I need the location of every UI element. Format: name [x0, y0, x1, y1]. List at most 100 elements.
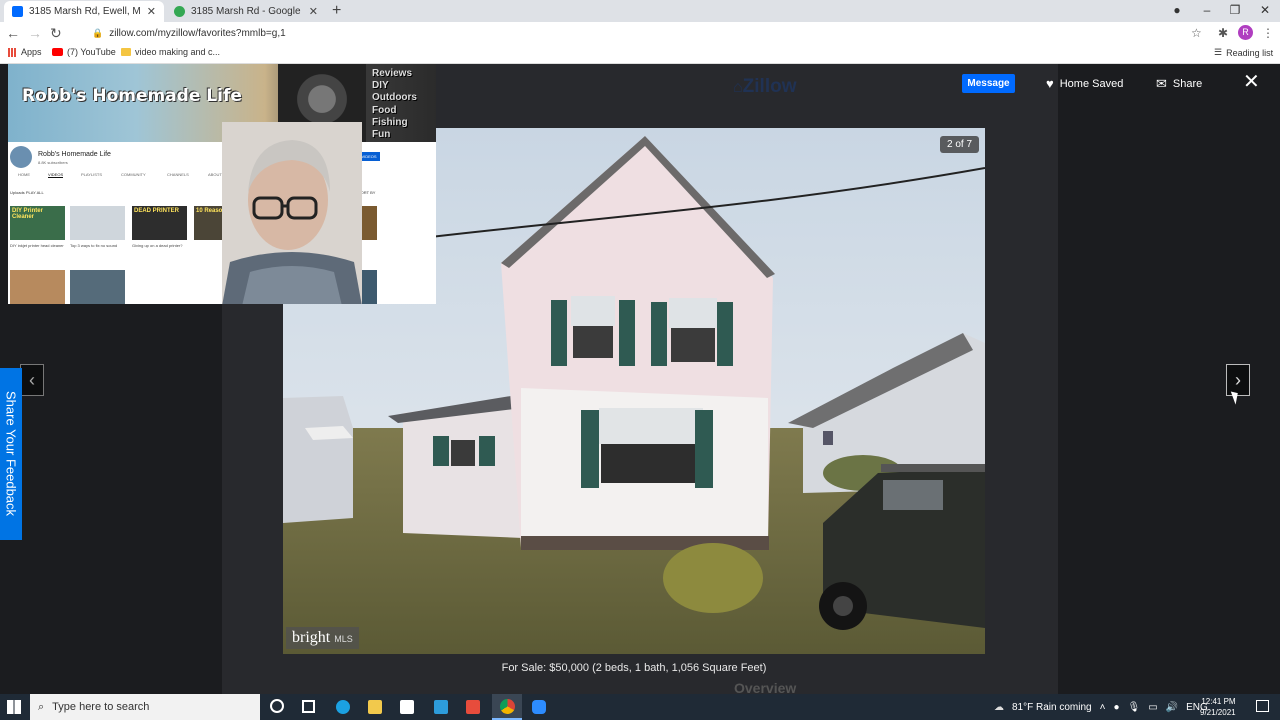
- zillow-logo: ⌂Zillow: [733, 76, 797, 98]
- video-thumbnail[interactable]: [70, 270, 125, 304]
- chrome-taskbar-button[interactable]: [492, 694, 522, 720]
- close-lightbox-icon[interactable]: ✕: [1243, 72, 1260, 92]
- search-placeholder: Type here to search: [52, 701, 150, 713]
- close-window-button[interactable]: ✕: [1252, 2, 1278, 18]
- tab-title: 3185 Marsh Rd, Ewell, MD 2182...: [29, 6, 141, 17]
- notifications-icon[interactable]: [1256, 700, 1269, 712]
- windows-start-icon[interactable]: [7, 700, 21, 714]
- address-bar[interactable]: 🔒 zillow.com/myzillow/favorites?mmlb=g,1: [78, 23, 1208, 43]
- windows-taskbar: ⌕ Type here to search ☁ 81°F Rain coming…: [0, 694, 1280, 720]
- tab-google-maps[interactable]: 3185 Marsh Rd - Google Maps ✕: [166, 1, 326, 22]
- edge-icon[interactable]: [336, 700, 350, 714]
- reload-icon[interactable]: ↻: [50, 24, 62, 42]
- forward-arrow-icon[interactable]: →: [28, 24, 42, 42]
- back-arrow-icon[interactable]: ←: [6, 24, 20, 42]
- zillow-house-icon: ⌂: [733, 79, 743, 96]
- yt-tab-videos[interactable]: VIDEOS: [48, 172, 64, 178]
- reading-list-button[interactable]: ☰ Reading list: [1214, 47, 1273, 58]
- chevron-up-icon[interactable]: ˄: [1100, 702, 1106, 713]
- taskbar-search[interactable]: ⌕ Type here to search: [30, 694, 260, 720]
- clock-time: 12:41 PM: [1201, 697, 1236, 706]
- cloud-icon: ☁: [994, 701, 1004, 713]
- extensions-icon[interactable]: ✱: [1218, 24, 1228, 42]
- file-explorer-icon[interactable]: [368, 700, 382, 714]
- play-all-link[interactable]: PLAY ALL: [26, 190, 44, 195]
- bookmark-label: (7) YouTube: [67, 47, 116, 57]
- topic-item: Food: [372, 104, 397, 116]
- home-saved-button[interactable]: ♥ Home Saved: [1046, 76, 1123, 91]
- envelope-icon: ✉: [1156, 76, 1167, 91]
- photo-counter: 2 of 7: [940, 136, 980, 153]
- subscriber-count: 8.8K subscribers: [38, 160, 68, 165]
- volume-icon[interactable]: 🔊: [1166, 702, 1178, 713]
- video-thumbnail[interactable]: DEAD PRINTER: [132, 206, 187, 240]
- topic-item: Outdoors: [372, 92, 417, 104]
- topic-item: Fun: [372, 129, 391, 141]
- share-button[interactable]: ✉ Share: [1156, 76, 1202, 92]
- zillow-favicon-icon: [12, 6, 23, 17]
- microphone-icon[interactable]: 🎙: [1127, 702, 1140, 713]
- video-thumbnail[interactable]: DIY Printer Cleaner: [10, 206, 65, 240]
- mail-icon[interactable]: [434, 700, 448, 714]
- yt-tab-playlists[interactable]: PLAYLISTS: [81, 172, 102, 177]
- message-button[interactable]: Message: [962, 74, 1015, 93]
- network-icon[interactable]: ▭: [1148, 702, 1157, 713]
- tab-title: 3185 Marsh Rd - Google Maps: [191, 6, 303, 17]
- thumbnail-caption: DIY inkjet printer head cleaner: [10, 243, 64, 248]
- maps-favicon-icon: [174, 6, 185, 17]
- new-tab-button[interactable]: +: [332, 2, 341, 20]
- url-text: zillow.com/myzillow/favorites?mmlb=g,1: [109, 27, 286, 39]
- reading-list-label: Reading list: [1226, 47, 1274, 58]
- folder-icon: [121, 48, 131, 56]
- profile-record-icon[interactable]: ●: [1164, 2, 1190, 18]
- share-feedback-tab[interactable]: Share Your Feedback: [0, 368, 22, 540]
- next-photo-button[interactable]: ›: [1226, 364, 1250, 396]
- share-label: Share: [1172, 78, 1203, 90]
- topic-item: DIY: [372, 80, 389, 92]
- video-thumbnail[interactable]: [10, 270, 65, 304]
- task-view-icon[interactable]: [302, 700, 315, 713]
- clock[interactable]: 12:41 PM 9/21/2021: [1200, 696, 1236, 718]
- antivirus-icon[interactable]: ●: [1113, 702, 1119, 713]
- store-icon[interactable]: [400, 700, 414, 714]
- bookmark-folder[interactable]: video making and c...: [121, 47, 220, 57]
- weather-text[interactable]: 81°F Rain coming: [1012, 702, 1092, 713]
- minimize-button[interactable]: –: [1194, 2, 1220, 18]
- office-icon[interactable]: [466, 700, 480, 714]
- channel-avatar: [10, 146, 32, 168]
- tab-zillow[interactable]: 3185 Marsh Rd, Ewell, MD 2182... ✕: [4, 1, 164, 22]
- close-tab-icon[interactable]: ✕: [309, 5, 318, 18]
- chrome-menu-icon[interactable]: ⋮: [1262, 24, 1274, 42]
- thumbnail-title: [70, 206, 125, 210]
- home-saved-label: Home Saved: [1059, 77, 1124, 90]
- banner-channel-title: Robb's Homemade Life: [22, 86, 242, 106]
- yt-tab-home[interactable]: HOME: [18, 172, 30, 177]
- bookmark-star-icon[interactable]: ☆: [1191, 24, 1202, 42]
- apps-grid-icon: [8, 47, 17, 57]
- thumbnail-title: DEAD PRINTER: [134, 208, 180, 214]
- close-tab-icon[interactable]: ✕: [147, 5, 156, 18]
- thumbnail-title: DIY Printer Cleaner: [12, 208, 43, 220]
- cortana-icon[interactable]: [270, 699, 284, 713]
- webcam-presenter: [222, 122, 362, 304]
- search-icon: ⌕: [38, 700, 45, 713]
- yt-tab-channels[interactable]: CHANNELS: [167, 172, 189, 177]
- mls-suffix: MLS: [334, 634, 353, 644]
- bookmark-label: Apps: [21, 47, 42, 57]
- lock-icon: 🔒: [92, 27, 104, 38]
- yt-tab-about[interactable]: ABOUT: [208, 172, 222, 177]
- profile-avatar[interactable]: R: [1238, 25, 1253, 40]
- video-thumbnail[interactable]: [70, 206, 125, 240]
- browser-toolbar: ← → ↻ 🔒 zillow.com/myzillow/favorites?mm…: [0, 22, 1280, 44]
- bookmark-apps[interactable]: Apps: [8, 47, 42, 57]
- zoom-icon[interactable]: [532, 700, 546, 714]
- bookmark-youtube[interactable]: (7) YouTube: [52, 47, 116, 57]
- reading-list-icon: ☰: [1214, 47, 1223, 57]
- yt-tab-community[interactable]: COMMUNITY: [121, 172, 146, 177]
- clock-date: 9/21/2021: [1200, 708, 1236, 717]
- thumbnail-caption: Top 3 ways to fix no sound: [70, 243, 118, 248]
- bookmarks-bar: Apps (7) YouTube video making and c... ☰…: [0, 44, 1280, 64]
- restore-button[interactable]: ❐: [1222, 2, 1248, 18]
- photo-caption: For Sale: $50,000 (2 beds, 1 bath, 1,056…: [501, 662, 767, 674]
- previous-photo-button[interactable]: ‹: [20, 364, 44, 396]
